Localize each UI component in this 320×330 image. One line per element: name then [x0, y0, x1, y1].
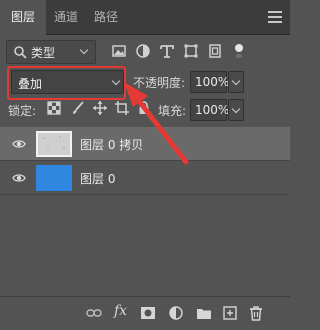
lock-label: 锁定: [8, 104, 37, 118]
shape-filter-icon[interactable] [182, 42, 200, 60]
opacity-value: 100% [195, 75, 230, 89]
fill-label: 填充: [158, 104, 187, 118]
adjustment-filter-icon[interactable] [134, 42, 152, 60]
layer-name[interactable]: 图层 0 [80, 170, 115, 187]
tab-layers[interactable]: 图层 [0, 0, 46, 35]
adjustment-icon[interactable] [168, 305, 184, 321]
opacity-input[interactable]: 100% [190, 71, 230, 93]
layer-thumbnail [36, 165, 72, 191]
visibility-eye-icon[interactable] [12, 137, 26, 151]
lock-position-icon[interactable] [92, 100, 108, 116]
chevron-down-icon [111, 76, 121, 86]
smart-object-filter-icon[interactable] [206, 42, 224, 60]
filter-toggle-icon[interactable] [232, 42, 246, 60]
chevron-down-icon [79, 45, 89, 55]
layer-filter-select[interactable]: 类型 [6, 40, 96, 64]
chevron-down-icon [231, 104, 241, 114]
layer-row[interactable]: 图层 0 [0, 161, 290, 195]
chevron-down-icon [231, 76, 241, 86]
filter-label: 类型 [31, 46, 56, 60]
folder-icon[interactable] [196, 305, 212, 321]
layers-bottom-toolbar: fx [0, 296, 290, 330]
trash-icon[interactable] [248, 305, 264, 321]
layer-thumbnail [36, 131, 72, 157]
panel-tabs: 图层 通道 路径 [0, 0, 290, 35]
tab-channels[interactable]: 通道 [46, 0, 86, 34]
panel-menu-icon[interactable] [268, 11, 282, 23]
lock-transparent-pixels-icon[interactable] [46, 100, 62, 116]
type-filter-icon[interactable] [158, 42, 176, 60]
link-icon[interactable] [86, 305, 102, 321]
mask-icon[interactable] [140, 305, 156, 321]
fill-input[interactable]: 100% [190, 99, 230, 121]
blend-mode-select[interactable]: 叠加 [11, 70, 124, 94]
lock-all-icon[interactable] [136, 100, 152, 116]
fx-icon[interactable]: fx [114, 303, 127, 319]
lock-artboard-icon[interactable] [114, 100, 130, 116]
gray-texture-icon [38, 133, 70, 155]
fill-value: 100% [195, 103, 230, 117]
fill-dropdown[interactable] [228, 99, 244, 121]
layer-row[interactable]: 图层 0 拷贝 [0, 127, 290, 161]
layer-name[interactable]: 图层 0 拷贝 [80, 136, 143, 153]
blend-mode-value: 叠加 [18, 77, 43, 91]
search-icon [14, 46, 27, 59]
visibility-eye-icon[interactable] [12, 171, 26, 185]
opacity-label: 不透明度: [133, 76, 186, 90]
opacity-dropdown[interactable] [228, 71, 244, 93]
tab-paths[interactable]: 路径 [86, 0, 126, 34]
lock-image-pixels-icon[interactable] [70, 100, 86, 116]
pixel-filter-icon[interactable] [110, 42, 128, 60]
new-layer-icon[interactable] [222, 305, 238, 321]
